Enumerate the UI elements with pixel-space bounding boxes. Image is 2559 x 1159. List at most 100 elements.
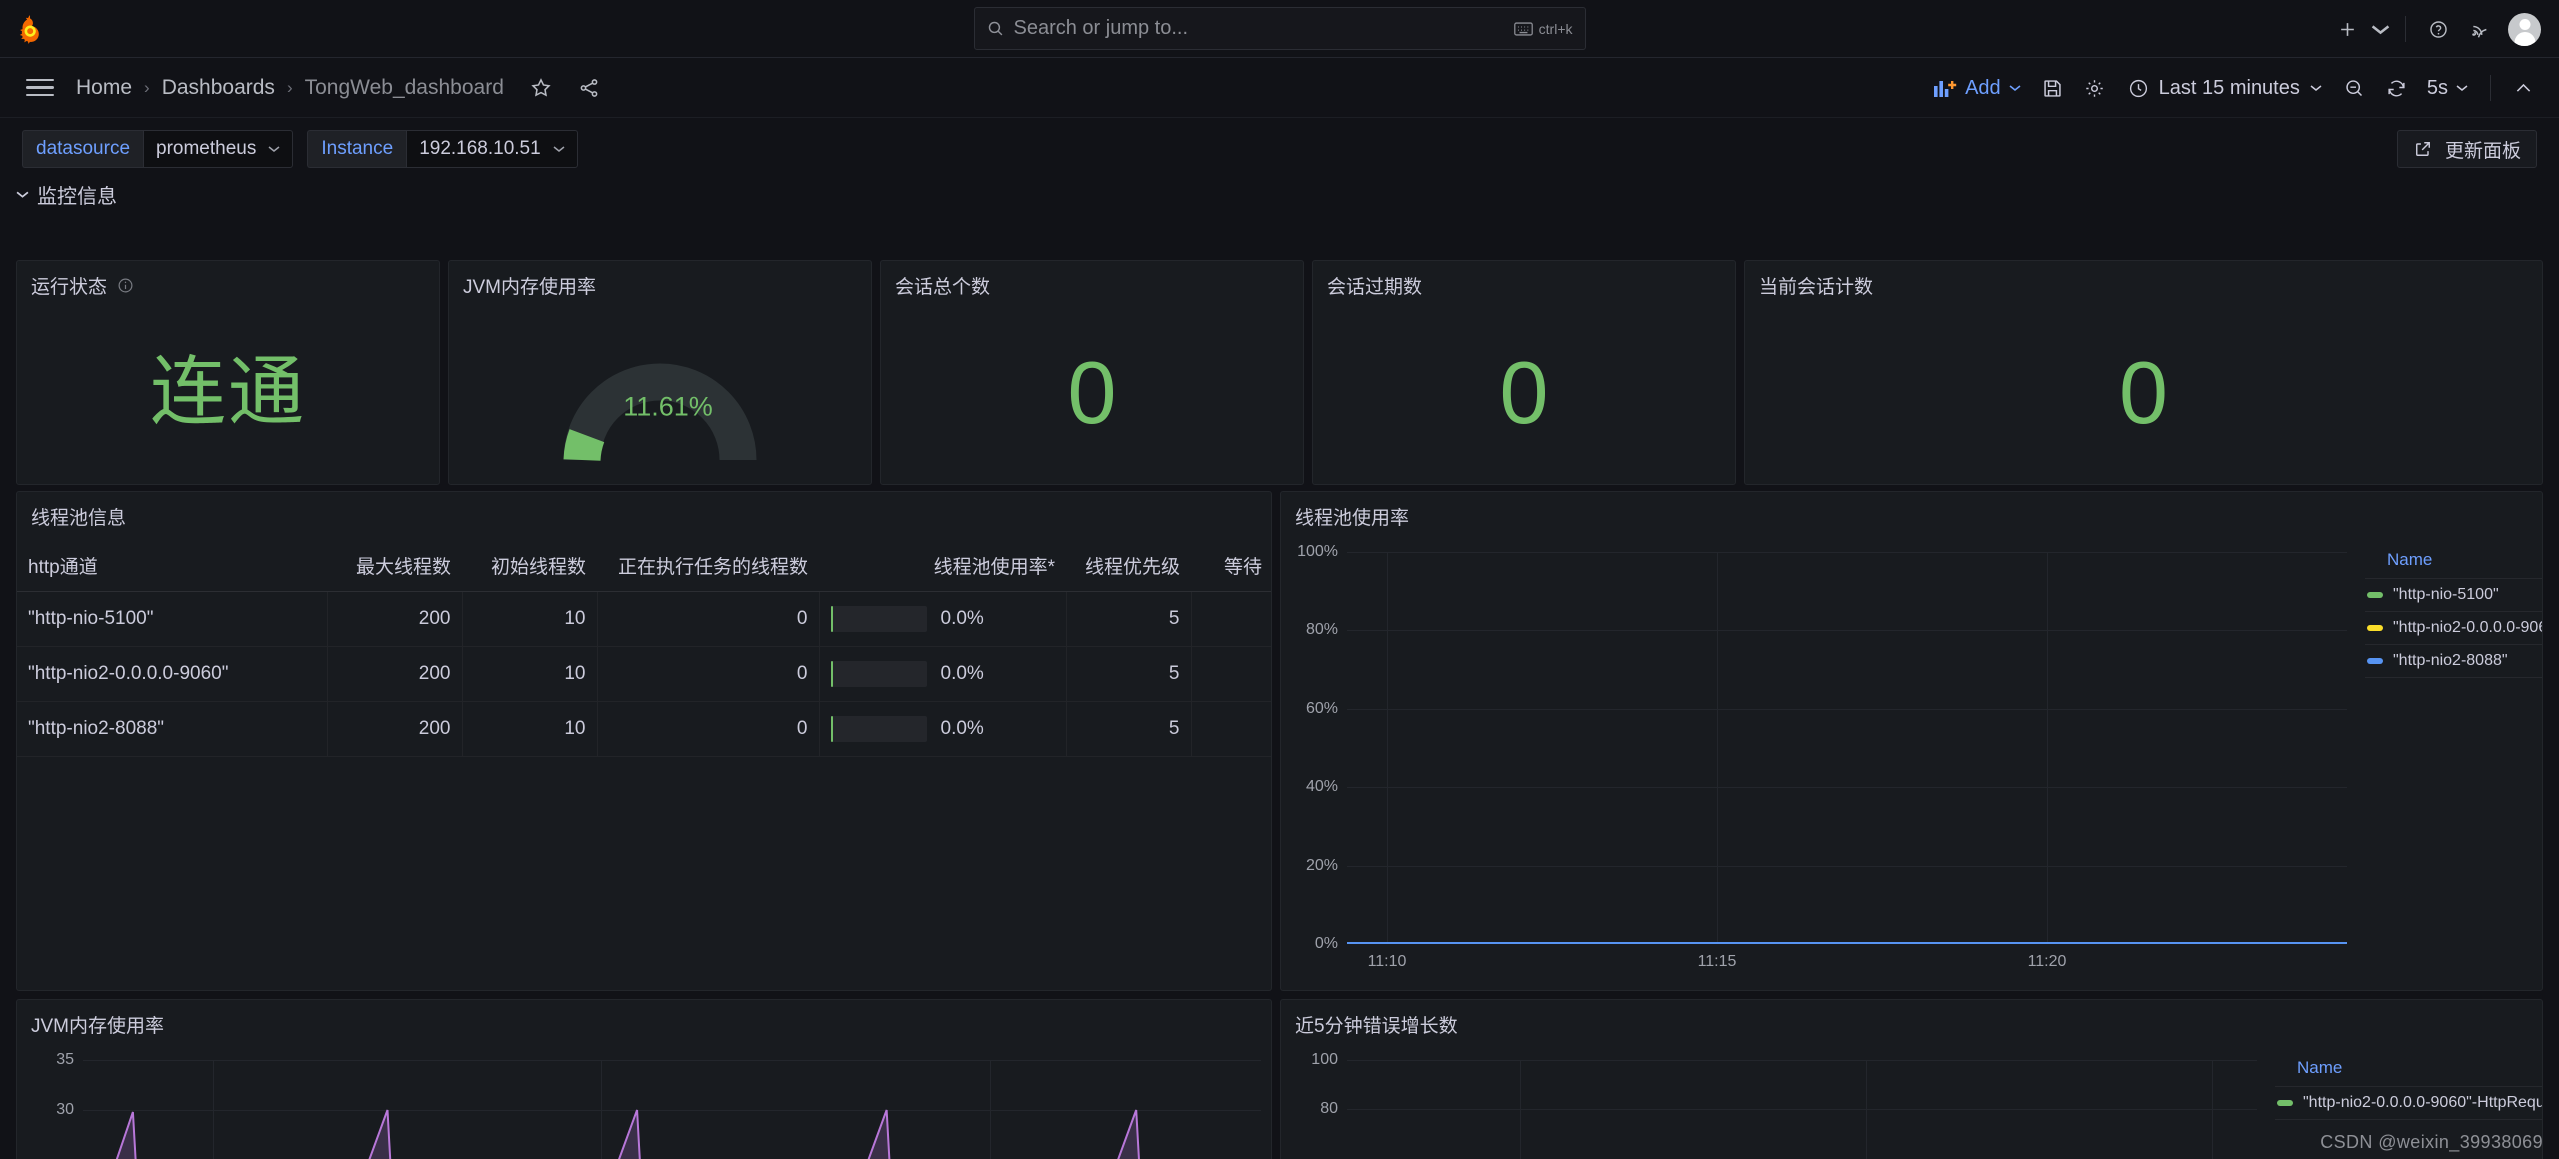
panel-content: 100 80 Name "http-nio2-0.0.0.0-9060"-Htt… xyxy=(1281,1044,2542,1159)
share-icon[interactable] xyxy=(578,77,600,99)
y-axis-tick: 100 xyxy=(1311,1051,1338,1068)
table-row[interactable]: "http-nio-5100" 200 10 0 0.0% 5 xyxy=(17,591,1271,647)
variable-datasource-select[interactable]: prometheus xyxy=(143,130,294,168)
usage-value-label: 0.0% xyxy=(940,608,984,629)
column-header-waiting[interactable]: 等待 xyxy=(1191,540,1271,592)
panel-threadpool-usage-timeseries: 线程池使用率 100% 80% 60% 40% 20% 0% 11:10 11:… xyxy=(1280,491,2543,991)
panel-content: 11.61% xyxy=(449,301,871,484)
usage-gauge-cell: 0.0% xyxy=(830,661,1055,687)
grafana-logo-icon xyxy=(19,14,39,44)
table-row[interactable]: "http-nio2-0.0.0.0-9060" 200 10 0 0.0% 5 xyxy=(17,646,1271,702)
info-icon[interactable] xyxy=(117,277,134,294)
table-row[interactable]: "http-nio2-8088" 200 10 0 0.0% 5 xyxy=(17,701,1271,757)
column-header-channel[interactable]: http通道 xyxy=(17,540,327,592)
plot-area: 100% 80% 60% 40% 20% 0% 11:10 11:15 11:2… xyxy=(1297,543,2347,970)
update-panel-button[interactable]: 更新面板 xyxy=(2396,130,2537,168)
collapse-toolbar-button[interactable] xyxy=(2503,68,2543,108)
gridline xyxy=(1347,1060,2257,1061)
x-axis-tick: 11:15 xyxy=(1697,953,1737,970)
refresh-dashboard-button[interactable] xyxy=(2377,68,2417,108)
breadcrumb-current-dashboard[interactable]: TongWeb_dashboard xyxy=(305,76,504,100)
panel-title-text: 当前会话计数 xyxy=(1759,277,1874,298)
time-range-picker[interactable]: Last 15 minutes xyxy=(2117,70,2333,107)
star-icon[interactable] xyxy=(530,77,552,99)
panel-title: 线程池使用率 xyxy=(1281,492,2542,530)
jvm-memory-area-series xyxy=(115,1109,1140,1159)
panel-title: 近5分钟错误增长数 xyxy=(1281,1000,2542,1038)
dashboard-toolbar: Home › Dashboards › TongWeb_dashboard Ad… xyxy=(0,58,2559,118)
refresh-controls: 5s xyxy=(2377,68,2478,108)
template-variables-bar: datasource prometheus Instance 192.168.1… xyxy=(0,118,2559,180)
variable-instance-label: Instance xyxy=(307,130,407,168)
add-new-dropdown[interactable] xyxy=(2369,11,2391,47)
save-disk-icon xyxy=(2044,79,2061,97)
stat-value-session-total: 0 xyxy=(881,301,1303,484)
user-avatar[interactable] xyxy=(2508,12,2541,46)
column-header-priority[interactable]: 线程优先级 xyxy=(1066,540,1191,592)
chart-legend: Name "http-nio-5100" "http-nio2-0.0.0.0-… xyxy=(2357,536,2542,990)
time-range-label: Last 15 minutes xyxy=(2158,76,2300,99)
keyboard-icon xyxy=(1513,21,1533,36)
gridline xyxy=(1347,552,2347,553)
refresh-interval-picker[interactable]: 5s xyxy=(2421,70,2474,107)
panel-title: 线程池信息 xyxy=(17,492,1271,530)
search-placeholder: Search or jump to... xyxy=(1013,17,1189,39)
usage-gauge-track xyxy=(830,661,927,687)
variable-instance-value: 192.168.10.51 xyxy=(419,138,541,159)
chevron-down-icon xyxy=(2310,85,2322,91)
column-header-max-threads[interactable]: 最大线程数 xyxy=(327,540,462,592)
legend-item[interactable]: "http-nio-5100" xyxy=(2365,578,2542,611)
cell-waiting xyxy=(1190,701,1271,757)
chevron-down-icon xyxy=(553,146,565,152)
timeseries-chart: 100% 80% 60% 40% 20% 0% 11:10 11:15 11:2… xyxy=(1281,536,2542,990)
legend-item[interactable]: "http-nio2-0.0.0.0-9060" xyxy=(2365,611,2542,644)
timeseries-chart: 100 80 Name "http-nio2-0.0.0.0-9060"-Htt… xyxy=(1281,1044,2542,1159)
panel-title: 当前会话计数 xyxy=(1745,261,2542,299)
cell-max-threads: 200 xyxy=(326,646,462,702)
plus-icon xyxy=(2340,22,2354,36)
legend-item[interactable]: "http-nio2-8088" xyxy=(2365,644,2542,677)
plot-area: 35 30 xyxy=(56,1051,1261,1159)
gear-icon xyxy=(2086,79,2103,97)
vgridline xyxy=(1519,1060,1521,1159)
add-panel-button[interactable]: Add xyxy=(1923,70,2031,107)
legend-item[interactable]: "http-nio2-0.0.0.0-9060"-HttpRequest1 xyxy=(2275,1086,2542,1119)
legend-header: Name xyxy=(2387,550,2433,569)
news-button[interactable] xyxy=(2460,11,2496,47)
rss-icon xyxy=(2471,25,2487,38)
column-header-usage[interactable]: 线程池使用率* xyxy=(819,540,1066,592)
breadcrumb-home[interactable]: Home xyxy=(76,76,132,100)
help-button[interactable] xyxy=(2420,11,2456,47)
save-dashboard-button[interactable] xyxy=(2033,68,2073,108)
legend-bottom-divider xyxy=(2275,1119,2542,1120)
add-new-button[interactable] xyxy=(2329,11,2365,47)
cell-channel: "http-nio2-0.0.0.0-9060" xyxy=(17,646,327,702)
column-header-active-threads[interactable]: 正在执行任务的线程数 xyxy=(597,540,819,592)
y-axis-tick: 40% xyxy=(1305,778,1338,796)
help-circle-icon xyxy=(2429,20,2447,38)
column-header-init-threads[interactable]: 初始线程数 xyxy=(462,540,597,592)
breadcrumb-dashboards[interactable]: Dashboards xyxy=(162,76,275,100)
variable-instance-select[interactable]: 192.168.10.51 xyxy=(406,130,578,168)
grafana-logo[interactable] xyxy=(0,14,60,44)
chart-legend: Name "http-nio2-0.0.0.0-9060"-HttpReques… xyxy=(2267,1044,2542,1159)
y-axis-tick: 0% xyxy=(1314,935,1338,952)
y-axis-tick: 30 xyxy=(56,1101,74,1118)
dashboard-row-header[interactable]: 监控信息 xyxy=(16,180,117,209)
usage-gauge-fill xyxy=(830,716,834,742)
vgridline xyxy=(2211,1060,2213,1159)
panel-content: 0 xyxy=(881,301,1303,484)
search-input[interactable]: Search or jump to... ctrl+k xyxy=(973,7,1586,50)
y-axis-tick: 60% xyxy=(1305,699,1338,717)
panel-title: 会话过期数 xyxy=(1313,261,1735,299)
dashboard-settings-button[interactable] xyxy=(2075,68,2115,108)
panel-session-expired: 会话过期数 0 xyxy=(1312,260,1736,485)
external-link-icon xyxy=(2416,142,2430,156)
plot-area: 100 80 xyxy=(1311,1051,2257,1159)
zoom-out-time-range-button[interactable] xyxy=(2335,68,2375,108)
menu-toggle-button[interactable] xyxy=(22,70,58,106)
x-axis-tick: 11:10 xyxy=(1367,953,1407,970)
vgridline xyxy=(1717,552,1718,944)
usage-gauge-fill xyxy=(830,661,834,687)
search-shortcut-hint: ctrl+k xyxy=(1513,21,1573,37)
